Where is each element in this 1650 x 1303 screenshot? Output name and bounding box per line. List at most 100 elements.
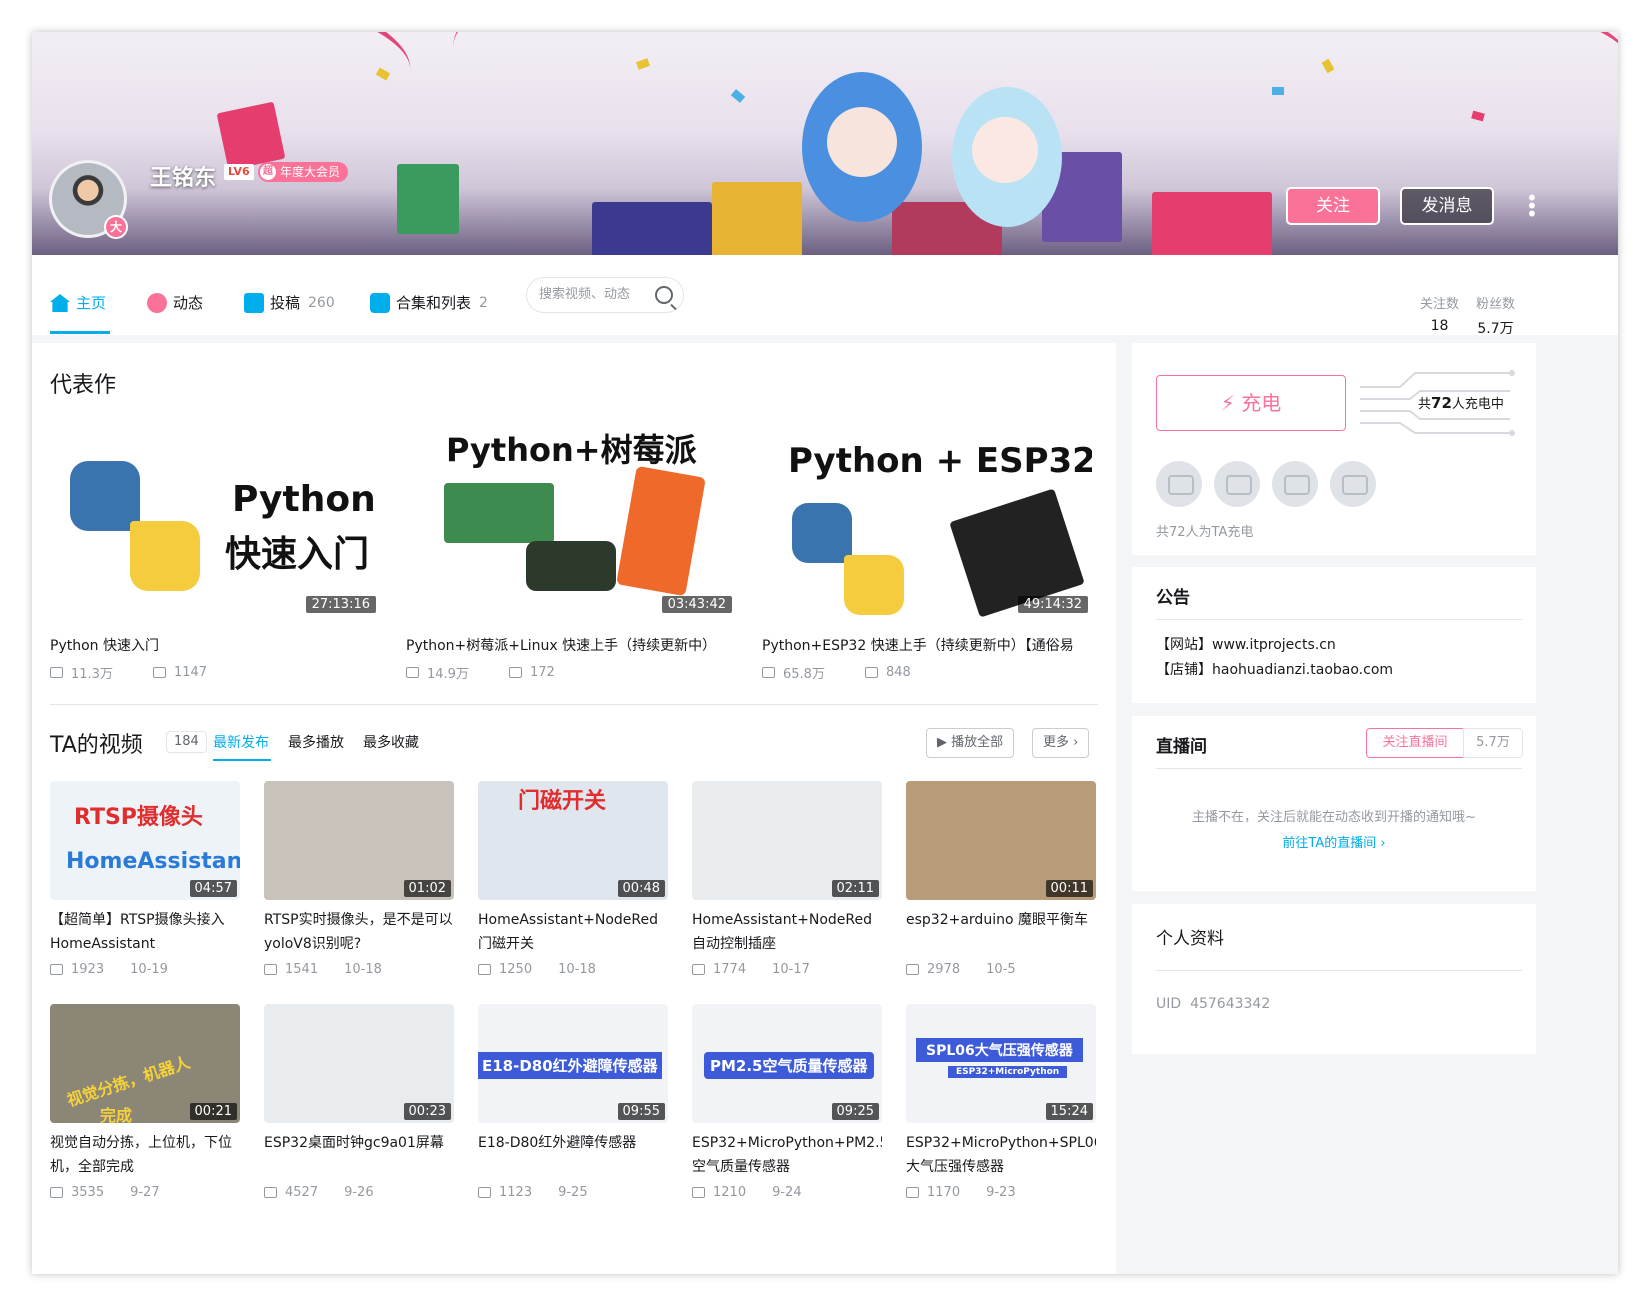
cover-caption-secondary: ESP32+MicroPython xyxy=(948,1066,1068,1078)
follow-live-button[interactable]: 关注直播间 xyxy=(1366,728,1464,758)
play-count: 1123 xyxy=(478,1185,532,1200)
live-title: 直播间 xyxy=(1156,737,1207,757)
fans-stat[interactable]: 粉丝数 5.7万 xyxy=(1476,293,1515,338)
charger-avatar[interactable] xyxy=(1330,461,1376,507)
video-card[interactable]: E18-D80红外避障传感器 09:55 E18-D80红外避障传感器 1123 9-2… xyxy=(478,1004,668,1200)
video-card[interactable]: PM2.5空气质量传感器 09:25 ESP32+MicroPython+PM2.5… xyxy=(692,1004,882,1200)
profile-banner: 大 王铭东 LV6 年度大会员 关注 发消息 ••• xyxy=(32,32,1618,255)
vip-badge[interactable]: 年度大会员 xyxy=(258,162,349,182)
charge-button[interactable]: ⚡ 充电 xyxy=(1156,375,1346,431)
video-cover[interactable]: Python+树莓派 03:43:42 xyxy=(406,421,736,617)
video-title[interactable]: HomeAssistant+NodeRed自动控制插座 xyxy=(692,908,882,956)
video-title[interactable]: ESP32桌面时钟gc9a01屏幕 xyxy=(264,1131,454,1179)
charger-avatar[interactable] xyxy=(1272,461,1318,507)
follow-button[interactable]: 关注 xyxy=(1286,187,1380,225)
cover-caption: SPL06大气压强传感器 xyxy=(916,1038,1083,1062)
order-latest[interactable]: 最新发布 xyxy=(213,732,269,752)
play-icon: ▶ xyxy=(937,735,952,750)
video-title[interactable]: Python+树莓派+Linux 快速上手（持续更新中） xyxy=(406,635,736,655)
tab-home[interactable]: 主页 xyxy=(50,291,106,315)
video-cover[interactable]: 01:02 xyxy=(264,781,454,900)
publish-date: 9-27 xyxy=(130,1185,160,1200)
video-card[interactable]: 视觉分拣，机器人 完成 00:21 视觉自动分拣，上位机，下位机，全部完成 3535 9-… xyxy=(50,1004,240,1200)
profile-panel: 个人资料 UID 457643342 xyxy=(1132,904,1536,1054)
notice-divider xyxy=(1156,619,1522,620)
order-most-played[interactable]: 最多播放 xyxy=(288,732,344,752)
representative-card[interactable]: Python 快速入门 27:13:16 Python 快速入门 11.3万 1… xyxy=(50,421,380,682)
video-card[interactable]: RTSP摄像头 HomeAssistant 04:57 【超简单】RTSP摄像头接入H… xyxy=(50,781,240,977)
video-title[interactable]: ESP32+MicroPython+SPL06大气压强传感器 xyxy=(906,1131,1096,1179)
charge-footer[interactable]: 共72人为TA充电 xyxy=(1156,521,1253,540)
video-cover[interactable]: Python 快速入门 27:13:16 xyxy=(50,421,380,617)
play-icon xyxy=(264,964,277,975)
notice-title: 公告 xyxy=(1156,588,1190,608)
space-search-input[interactable]: 搜索视频、动态 xyxy=(526,277,684,313)
section-divider xyxy=(50,704,1098,705)
play-count: 1210 xyxy=(692,1185,746,1200)
video-card[interactable]: 02:11 HomeAssistant+NodeRed自动控制插座 1774 10-1… xyxy=(692,781,882,977)
tab-collections[interactable]: 合集和列表 2 xyxy=(370,291,488,315)
play-count: 11.3万 xyxy=(50,663,113,682)
cover-caption: E18-D80红外避障传感器 xyxy=(478,1052,662,1079)
duration: 09:55 xyxy=(617,1103,665,1120)
play-icon xyxy=(264,1187,277,1198)
video-cover[interactable]: 视觉分拣，机器人 完成 00:21 xyxy=(50,1004,240,1123)
video-cover[interactable]: Python + ESP32 49:14:32 xyxy=(762,421,1092,617)
video-title[interactable]: esp32+arduino 魔眼平衡车 xyxy=(906,908,1096,956)
video-card[interactable]: SPL06大气压强传感器 ESP32+MicroPython 15:24 ESP32+… xyxy=(906,1004,1096,1200)
tab-dynamic[interactable]: 动态 xyxy=(147,291,203,315)
notice-panel: 公告 【网站】www.itprojects.cn 【店铺】haohuadianz… xyxy=(1132,567,1536,703)
publish-date: 10-18 xyxy=(558,962,596,977)
danmaku-icon xyxy=(508,667,522,678)
video-title[interactable]: ESP32+MicroPython+PM2.5空气质量传感器 xyxy=(692,1131,882,1179)
video-card[interactable]: 00:23 ESP32桌面时钟gc9a01屏幕 4527 9-26 xyxy=(264,1004,454,1200)
search-icon[interactable] xyxy=(655,286,673,304)
play-count: 1250 xyxy=(478,962,532,977)
video-card[interactable]: 门磁开关 00:48 HomeAssistant+NodeRed门磁开关 1250 10… xyxy=(478,781,668,977)
video-cover[interactable]: E18-D80红外避障传感器 09:55 xyxy=(478,1004,668,1123)
video-cover[interactable]: PM2.5空气质量传感器 09:25 xyxy=(692,1004,882,1123)
video-cover[interactable]: 00:11 xyxy=(906,781,1096,900)
order-most-favorited[interactable]: 最多收藏 xyxy=(363,732,419,752)
user-avatar[interactable]: 大 xyxy=(49,160,128,239)
video-icon xyxy=(244,293,264,313)
charger-avatar[interactable] xyxy=(1156,461,1202,507)
publish-date: 9-24 xyxy=(772,1185,802,1200)
uid-row: UID 457643342 xyxy=(1156,996,1271,1012)
chevron-right-icon: › xyxy=(1069,735,1079,750)
video-title[interactable]: 【超简单】RTSP摄像头接入HomeAssistant xyxy=(50,908,240,956)
video-title[interactable]: RTSP实时摄像头，是不是可以yoloV8识别呢? xyxy=(264,908,454,956)
publish-date: 10-19 xyxy=(130,962,168,977)
danmaku-count: 172 xyxy=(508,665,555,680)
user-name[interactable]: 王铭东 xyxy=(150,160,216,192)
more-options-icon[interactable]: • • • xyxy=(1526,188,1538,224)
video-cover[interactable]: RTSP摄像头 HomeAssistant 04:57 xyxy=(50,781,240,900)
message-button[interactable]: 发消息 xyxy=(1400,187,1494,225)
publish-date: 9-26 xyxy=(344,1185,374,1200)
video-cover[interactable]: 门磁开关 00:48 xyxy=(478,781,668,900)
goto-live-link[interactable]: 前往TA的直播间 › xyxy=(1132,832,1536,851)
tab-uploads[interactable]: 投稿 260 xyxy=(244,291,335,315)
play-count: 1170 xyxy=(906,1185,960,1200)
video-cover[interactable]: SPL06大气压强传感器 ESP32+MicroPython 15:24 xyxy=(906,1004,1096,1123)
play-count: 65.8万 xyxy=(762,663,825,682)
video-title[interactable]: E18-D80红外避障传感器 xyxy=(478,1131,668,1179)
video-cover[interactable]: 00:23 xyxy=(264,1004,454,1123)
video-title[interactable]: 视觉自动分拣，上位机，下位机，全部完成 xyxy=(50,1131,240,1179)
video-cover[interactable]: 02:11 xyxy=(692,781,882,900)
play-all-button[interactable]: ▶ 播放全部 xyxy=(926,728,1015,758)
video-card[interactable]: 00:11 esp32+arduino 魔眼平衡车 2978 10-5 xyxy=(906,781,1096,977)
representative-card[interactable]: Python + ESP32 49:14:32 Python+ESP32 快速上… xyxy=(762,421,1092,682)
video-title[interactable]: Python+ESP32 快速上手（持续更新中）【通俗易 xyxy=(762,635,1092,655)
video-card[interactable]: 01:02 RTSP实时摄像头，是不是可以yoloV8识别呢? 1541 10-18 xyxy=(264,781,454,977)
live-divider xyxy=(1156,768,1522,769)
active-tab-indicator xyxy=(50,331,110,334)
representative-card[interactable]: Python+树莓派 03:43:42 Python+树莓派+Linux 快速上… xyxy=(406,421,736,682)
charger-avatar[interactable] xyxy=(1214,461,1260,507)
following-stat[interactable]: 关注数 18 xyxy=(1420,293,1459,334)
duration: 04:57 xyxy=(189,880,237,897)
more-videos-button[interactable]: 更多 › xyxy=(1032,728,1090,758)
video-title[interactable]: HomeAssistant+NodeRed门磁开关 xyxy=(478,908,668,956)
charge-panel: ⚡ 充电 共72人充电中 共72人为TA充电 xyxy=(1132,343,1536,555)
video-title[interactable]: Python 快速入门 xyxy=(50,635,380,655)
